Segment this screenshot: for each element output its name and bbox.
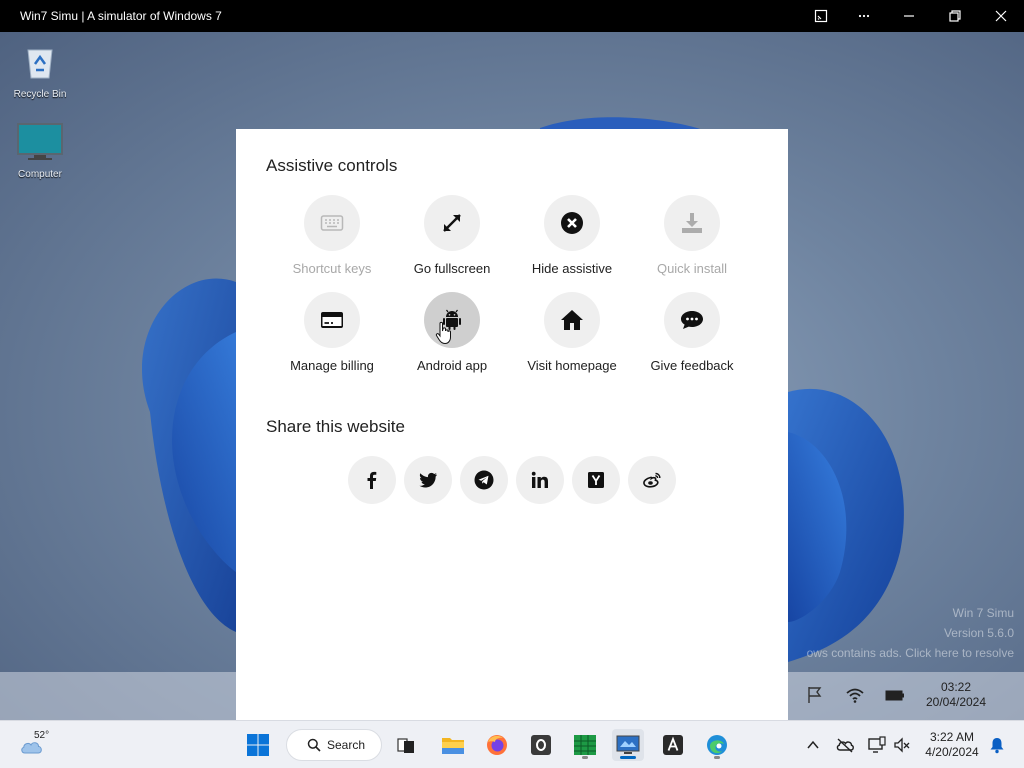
taskbar-app-a[interactable]	[657, 729, 689, 761]
wifi-icon[interactable]	[842, 682, 868, 708]
taskbar-file-explorer[interactable]	[437, 729, 469, 761]
expand-icon	[443, 214, 461, 232]
taskbar-edge[interactable]	[701, 729, 733, 761]
close-circle-icon	[561, 212, 583, 234]
chevron-up-icon	[807, 740, 819, 749]
simulated-clock[interactable]: 03:22 20/04/2024	[908, 680, 1004, 710]
facebook-icon	[367, 471, 377, 489]
share-telegram-button[interactable]	[460, 456, 508, 504]
hand-cursor-icon	[435, 321, 451, 345]
twitter-icon	[419, 472, 437, 488]
window-titlebar: Win7 Simu | A simulator of Windows 7	[0, 0, 1024, 32]
window-title: Win7 Simu | A simulator of Windows 7	[20, 9, 222, 23]
simulated-clock-time: 03:22	[940, 680, 972, 694]
watermark-line: Win 7 Simu	[952, 606, 1014, 620]
hide-assistive-button[interactable]: Hide assistive	[512, 195, 632, 276]
more-options-icon[interactable]	[841, 0, 887, 32]
taskbar-clock-time: 3:22 AM	[929, 730, 975, 744]
running-indicator	[714, 756, 720, 759]
cast-icon[interactable]	[798, 0, 844, 32]
control-label: Give feedback	[650, 358, 734, 373]
quick-install-button[interactable]: Quick install	[632, 195, 752, 276]
app-o-icon	[531, 735, 551, 755]
watermark-line: Version 5.6.0	[943, 626, 1014, 640]
desktop-icon-recycle-bin[interactable]: Recycle Bin	[8, 42, 72, 100]
close-icon[interactable]	[978, 0, 1024, 32]
control-label: Visit homepage	[527, 358, 617, 373]
notifications-button[interactable]	[981, 729, 1013, 761]
go-fullscreen-button[interactable]: Go fullscreen	[392, 195, 512, 276]
spreadsheet-icon	[574, 735, 596, 755]
bell-icon	[990, 738, 1004, 754]
restore-icon[interactable]	[932, 0, 978, 32]
credit-card-icon	[321, 312, 343, 328]
app-a-icon	[663, 735, 683, 755]
speaker-muted-icon	[894, 737, 910, 753]
volume-button[interactable]	[886, 729, 918, 761]
taskbar-clock[interactable]: 3:22 AM 4/20/2024	[916, 730, 988, 760]
start-button[interactable]	[242, 729, 274, 761]
control-label: Manage billing	[290, 358, 374, 373]
control-label: Android app	[416, 358, 488, 373]
telegram-icon	[474, 470, 494, 490]
show-hidden-icons-button[interactable]	[797, 729, 829, 761]
search-label: Search	[327, 738, 366, 752]
shortcut-keys-button[interactable]: Shortcut keys	[272, 195, 392, 276]
assistive-title: Assistive controls	[266, 156, 398, 175]
weather-widget[interactable]: 52°	[18, 729, 58, 761]
keyboard-icon	[320, 215, 344, 231]
chat-icon	[681, 311, 703, 329]
minimize-icon[interactable]	[886, 0, 932, 32]
running-indicator	[582, 756, 588, 759]
share-title: Share this website	[266, 417, 405, 436]
give-feedback-button[interactable]: Give feedback	[632, 292, 752, 373]
battery-icon[interactable]	[882, 682, 908, 708]
firefox-icon	[487, 735, 507, 755]
watermark-ads-link[interactable]: ows contains ads. Click here to resolve	[807, 646, 1014, 660]
share-hacker-news-button[interactable]	[572, 456, 620, 504]
manage-billing-button[interactable]: Manage billing	[272, 292, 392, 373]
control-label: Go fullscreen	[413, 261, 491, 276]
control-label: Quick install	[656, 261, 728, 276]
folder-icon	[442, 738, 464, 754]
share-facebook-button[interactable]	[348, 456, 396, 504]
flag-icon[interactable]	[802, 682, 828, 708]
edge-icon	[707, 735, 727, 755]
cloud-offline-icon	[836, 738, 854, 753]
weibo-icon	[643, 472, 661, 488]
onedrive-button[interactable]	[829, 729, 861, 761]
host-taskbar: 52° Search 3:22 AM 4/20/2024	[0, 720, 1024, 768]
task-view-button[interactable]	[390, 729, 422, 761]
taskbar-spreadsheet[interactable]	[569, 729, 601, 761]
taskbar-app-o[interactable]	[525, 729, 557, 761]
active-indicator	[620, 756, 636, 759]
assistive-panel: Assistive controls Shortcut keys Go full…	[236, 129, 788, 720]
taskbar-search-box[interactable]: Search	[286, 729, 382, 761]
desktop-icon-label: Recycle Bin	[13, 89, 67, 100]
hacker-news-icon	[588, 472, 604, 488]
taskbar-clock-date: 4/20/2024	[925, 745, 979, 759]
desktop-icon-computer[interactable]: Computer	[8, 122, 72, 180]
computer-icon	[17, 123, 63, 160]
monitor-network-icon	[868, 736, 886, 753]
control-label: Hide assistive	[531, 261, 613, 276]
desktop-icon-label: Computer	[18, 169, 62, 180]
linkedin-icon	[531, 471, 548, 488]
simulated-clock-date: 20/04/2024	[925, 695, 987, 709]
visit-homepage-button[interactable]: Visit homepage	[512, 292, 632, 373]
weather-temp: 52°	[34, 730, 50, 741]
download-icon	[682, 213, 702, 233]
taskbar-win7-simu[interactable]	[612, 729, 644, 761]
search-icon	[307, 738, 321, 752]
monitor-app-icon	[616, 735, 640, 754]
home-icon	[561, 310, 583, 330]
taskbar-firefox[interactable]	[481, 729, 513, 761]
share-twitter-button[interactable]	[404, 456, 452, 504]
task-view-icon	[397, 738, 414, 753]
share-weibo-button[interactable]	[628, 456, 676, 504]
windows-logo-icon	[247, 734, 269, 756]
control-label: Shortcut keys	[292, 261, 372, 276]
share-linkedin-button[interactable]	[516, 456, 564, 504]
recycle-bin-icon	[27, 49, 53, 79]
